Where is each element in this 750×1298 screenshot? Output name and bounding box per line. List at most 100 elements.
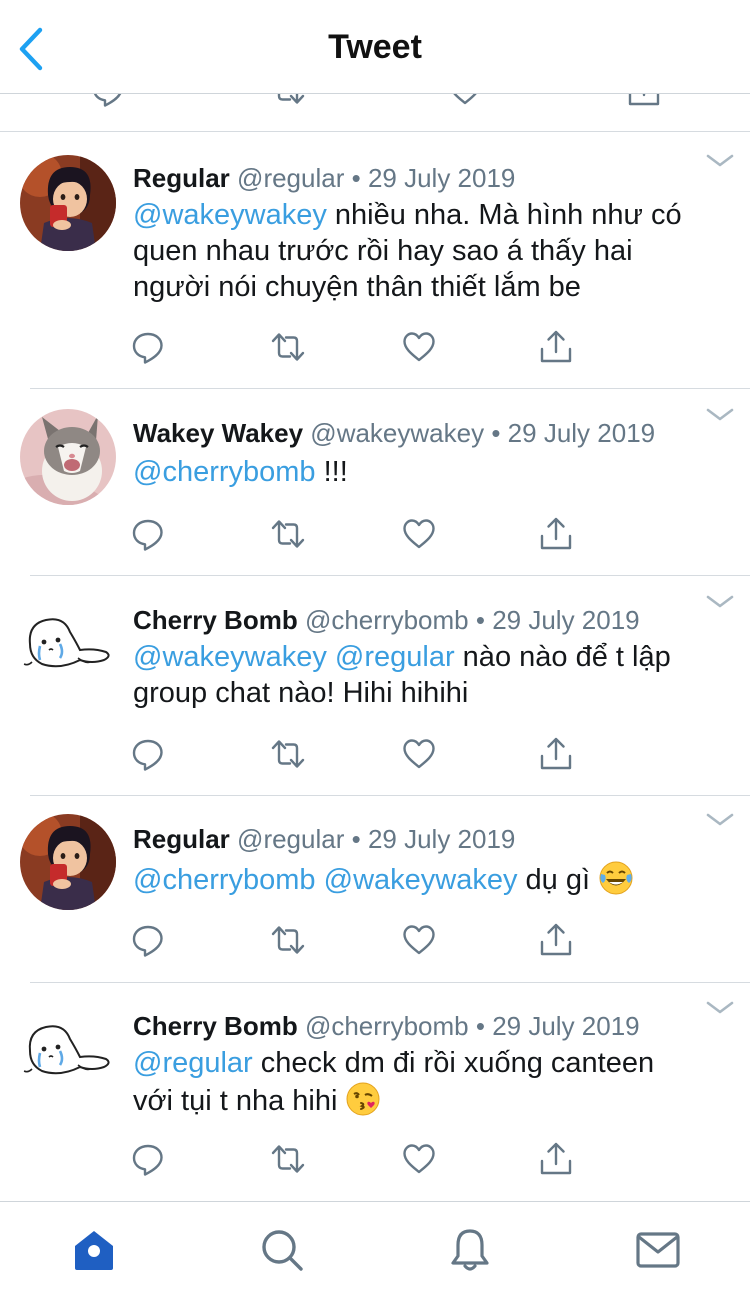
tweet-text-line: người nói chuyện thân thiết lắm be xyxy=(133,271,581,303)
like-button[interactable] xyxy=(401,1141,437,1177)
tab-search[interactable] xyxy=(258,1226,306,1274)
retweet-icon xyxy=(270,922,306,958)
like-button[interactable] xyxy=(401,922,437,958)
share-icon xyxy=(538,1141,574,1177)
retweet-icon[interactable] xyxy=(270,94,306,108)
tweet-text: @wakeywakey nhiều nha. Mà hình như có qu… xyxy=(133,197,723,305)
separator-dot: • xyxy=(351,824,361,854)
display-name[interactable]: Regular xyxy=(133,163,230,193)
blowing-kiss-emoji xyxy=(345,1081,381,1117)
retweet-button[interactable] xyxy=(270,736,306,772)
mention-link[interactable]: @cherrybomb xyxy=(133,456,316,488)
tweet-text-segment: nào nào để t lập xyxy=(454,641,671,673)
tweet-text-segment: nhiều nha. Mà hình như có xyxy=(326,199,682,231)
like-icon xyxy=(401,516,437,552)
share-button[interactable] xyxy=(538,1141,574,1177)
reply-button[interactable] xyxy=(130,1141,166,1177)
share-button[interactable] xyxy=(538,329,574,365)
chevron-down-icon[interactable] xyxy=(706,153,734,169)
retweet-button[interactable] xyxy=(270,922,306,958)
chevron-down-icon[interactable] xyxy=(706,407,734,423)
like-button[interactable] xyxy=(401,516,437,552)
like-icon xyxy=(401,922,437,958)
chevron-down-icon[interactable] xyxy=(706,812,734,828)
top-nav-bar: Tweet xyxy=(0,0,750,94)
reply-icon xyxy=(130,1141,166,1177)
like-button[interactable] xyxy=(401,329,437,365)
search-icon xyxy=(262,1230,303,1271)
tears-of-joy-emoji xyxy=(598,860,634,896)
share-button[interactable] xyxy=(538,516,574,552)
like-icon[interactable] xyxy=(447,94,483,108)
share-icon xyxy=(538,922,574,958)
reply-icon xyxy=(130,922,166,958)
tweet-header: Regular @regular • 29 July 2019 xyxy=(133,163,515,194)
share-button[interactable] xyxy=(538,736,574,772)
like-icon xyxy=(401,329,437,365)
page-title: Tweet xyxy=(328,28,422,66)
tweet-header: Wakey Wakey @wakeywakey • 29 July 2019 xyxy=(133,418,655,449)
tweet[interactable]: Wakey Wakey @wakeywakey • 29 July 2019 @… xyxy=(0,389,750,576)
mention-link[interactable]: @wakeywakey xyxy=(133,641,327,673)
avatar[interactable] xyxy=(20,155,116,251)
retweet-icon xyxy=(270,736,306,772)
tweet-header: Regular @regular • 29 July 2019 xyxy=(133,824,515,855)
mention-link[interactable]: @wakeywakey xyxy=(133,199,327,231)
avatar[interactable] xyxy=(20,1005,116,1101)
display-name[interactable]: Wakey Wakey xyxy=(133,418,303,448)
timestamp: 29 July 2019 xyxy=(367,824,516,854)
tab-home[interactable] xyxy=(70,1226,118,1274)
reply-button[interactable] xyxy=(130,736,166,772)
retweet-icon xyxy=(270,516,306,552)
reply-button[interactable] xyxy=(130,516,166,552)
mention-link[interactable]: @cherrybomb xyxy=(133,864,316,896)
reply-icon xyxy=(130,516,166,552)
tweet[interactable]: Regular @regular • 29 July 2019 @wakeywa… xyxy=(0,133,750,389)
timestamp: 29 July 2019 xyxy=(507,418,656,448)
chevron-down-icon[interactable] xyxy=(706,594,734,610)
tweet-header: Cherry Bomb @cherrybomb • 29 July 2019 xyxy=(133,605,640,636)
tweet-text-segment: !!! xyxy=(315,456,348,488)
reply-button[interactable] xyxy=(130,922,166,958)
tweet-text: @regular check dm đi rồi xuống canteen v… xyxy=(133,1045,723,1119)
share-button[interactable] xyxy=(538,922,574,958)
retweet-button[interactable] xyxy=(270,1141,306,1177)
timestamp: 29 July 2019 xyxy=(492,605,640,635)
tweet-actions xyxy=(130,329,590,369)
mention-link[interactable]: @regular xyxy=(133,1047,253,1079)
tweet[interactable]: Cherry Bomb @cherrybomb • 29 July 2019 @… xyxy=(0,983,750,1201)
reply-icon[interactable] xyxy=(90,94,126,108)
display-name[interactable]: Cherry Bomb xyxy=(133,1011,298,1041)
tweet-text-line: với tụi t nha hihi xyxy=(133,1085,346,1117)
share-icon[interactable] xyxy=(626,94,662,108)
bottom-tab-bar xyxy=(0,1201,750,1298)
handle: @cherrybomb xyxy=(304,1011,469,1041)
avatar[interactable] xyxy=(20,409,116,505)
reply-icon xyxy=(130,329,166,365)
like-icon xyxy=(401,1141,437,1177)
retweet-button[interactable] xyxy=(270,516,306,552)
tweet-text-segment: dụ gì xyxy=(517,864,599,896)
avatar[interactable] xyxy=(20,814,116,910)
tweet[interactable]: Cherry Bomb @cherrybomb • 29 July 2019 @… xyxy=(0,576,750,796)
display-name[interactable]: Regular xyxy=(133,824,230,854)
tweet[interactable]: Regular @regular • 29 July 2019 @cherryb… xyxy=(0,796,750,983)
tab-messages[interactable] xyxy=(634,1226,682,1274)
display-name[interactable]: Cherry Bomb xyxy=(133,605,298,635)
retweet-icon xyxy=(270,1141,306,1177)
tweet-text-line: quen nhau trước rồi hay sao á thấy hai xyxy=(133,235,633,267)
like-icon xyxy=(401,736,437,772)
reply-button[interactable] xyxy=(130,329,166,365)
home-icon xyxy=(75,1231,113,1270)
retweet-icon xyxy=(270,329,306,365)
retweet-button[interactable] xyxy=(270,329,306,365)
chevron-down-icon[interactable] xyxy=(706,1000,734,1016)
separator-dot: • xyxy=(351,163,361,193)
mention-link[interactable]: @regular xyxy=(335,641,455,673)
separator-dot: • xyxy=(491,418,501,448)
avatar[interactable] xyxy=(20,598,116,694)
mention-link[interactable]: @wakeywakey xyxy=(324,864,518,896)
tweet-header: Cherry Bomb @cherrybomb • 29 July 2019 xyxy=(133,1011,640,1042)
tab-notifications[interactable] xyxy=(446,1226,494,1274)
like-button[interactable] xyxy=(401,736,437,772)
